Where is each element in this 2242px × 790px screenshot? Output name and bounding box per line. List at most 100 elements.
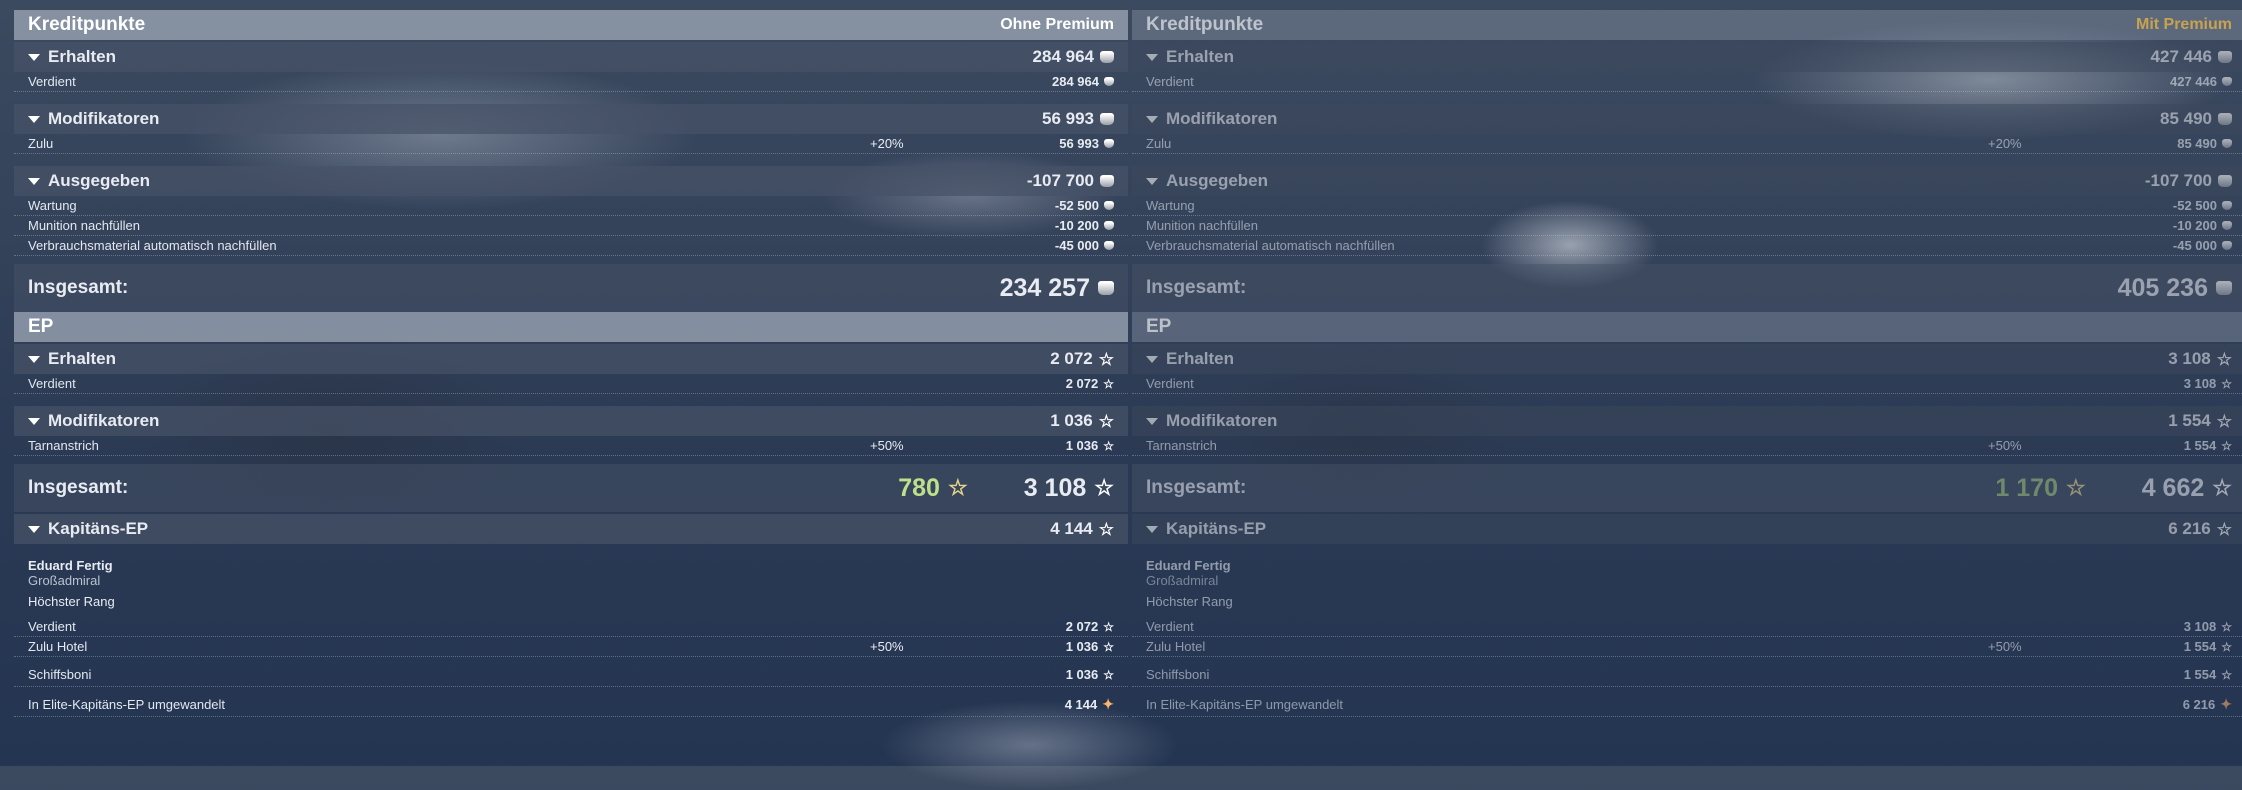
collapse-triangle-icon[interactable] (1146, 177, 1158, 185)
collapse-triangle-icon[interactable] (28, 177, 40, 185)
account-type-label: Mit Premium (2135, 16, 2232, 33)
row-label: Munition nachfüllen (28, 218, 141, 233)
credits-spent-group[interactable]: Ausgegeben -107 700 (14, 166, 1128, 196)
group-value: 1 554 (2168, 411, 2211, 430)
row-label: Verbrauchsmaterial automatisch nachfülle… (1146, 238, 1395, 253)
collapse-triangle-icon[interactable] (1146, 53, 1158, 61)
total-value: 234 257 (999, 273, 1090, 302)
row-value: -45 000 (1054, 238, 1099, 253)
row-label: Verdient (1146, 74, 1194, 89)
xp-star-icon: ☆ (2212, 475, 2232, 500)
row-percent: +50% (870, 639, 904, 654)
xp-star-icon: ☆ (2216, 519, 2232, 539)
row-percent: +20% (1988, 136, 2022, 151)
xp-star-icon: ☆ (2221, 619, 2232, 634)
credits-received-group[interactable]: Erhalten 284 964 (14, 42, 1128, 72)
collapse-triangle-icon[interactable] (28, 53, 40, 61)
row-value: 3 108 (2183, 376, 2217, 391)
captain-xp-group[interactable]: Kapitäns-EP 4 144 ☆ (14, 514, 1128, 544)
row-value: 85 490 (2177, 136, 2217, 151)
row-label: Verdient (1146, 376, 1194, 391)
row-label: In Elite-Kapitäns-EP umgewandelt (28, 697, 226, 712)
xp-star-icon: ☆ (1103, 639, 1114, 654)
row-value: 1 554 (2183, 639, 2217, 654)
group-label: Modifikatoren (1166, 411, 1278, 430)
row-label: Verdient (28, 376, 76, 391)
results-column-premium: Kreditpunkte Mit Premium Erhalten 427 44… (1132, 10, 2242, 756)
collapse-triangle-icon[interactable] (1146, 115, 1158, 123)
xp-modifiers-group[interactable]: Modifikatoren 1 036 ☆ (14, 406, 1128, 436)
collapse-triangle-icon[interactable] (28, 115, 40, 123)
row-label: Zulu Hotel (28, 639, 88, 654)
free-xp-star-icon: ☆ (2065, 475, 2086, 500)
list-item: Munition nachfüllen -10 200 (1132, 216, 2242, 236)
list-item: Tarnanstrich +50% 1 554 ☆ (1132, 436, 2242, 456)
list-item: Verdient 3 108 ☆ (1132, 617, 2242, 637)
credits-total: Insgesamt: 234 257 (14, 264, 1128, 312)
collapse-triangle-icon[interactable] (28, 417, 40, 425)
xp-star-icon: ☆ (1103, 376, 1114, 391)
total-label: Insgesamt: (28, 277, 129, 298)
free-xp-value: 780 (898, 473, 940, 502)
results-column-standard: Kreditpunkte Ohne Premium Erhalten 284 9… (14, 10, 1128, 756)
xp-star-icon: ☆ (1094, 475, 1114, 500)
group-label: Ausgegeben (48, 171, 151, 190)
credit-coin-icon (2222, 139, 2232, 148)
xp-star-icon: ☆ (2221, 376, 2232, 391)
credits-section-header: Kreditpunkte Ohne Premium (14, 10, 1128, 40)
captain-rank-status: Höchster Rang (28, 594, 115, 609)
list-item: Verdient 284 964 (14, 72, 1128, 92)
credit-coin-icon (1100, 175, 1114, 187)
row-value: 1 554 (2183, 438, 2217, 453)
row-value: 2 072 (1065, 619, 1099, 634)
group-label: Modifikatoren (48, 109, 160, 128)
xp-star-icon: ☆ (2216, 411, 2232, 431)
group-label: Ausgegeben (1166, 171, 1269, 190)
group-value: 1 036 (1050, 411, 1093, 430)
total-label: Insgesamt: (28, 477, 129, 498)
credit-coin-icon (2222, 77, 2232, 86)
credits-modifiers-group[interactable]: Modifikatoren 85 490 (1132, 104, 2242, 134)
xp-received-group[interactable]: Erhalten 2 072 ☆ (14, 344, 1128, 374)
credits-modifiers-group[interactable]: Modifikatoren 56 993 (14, 104, 1128, 134)
captain-name: Eduard Fertig (28, 558, 113, 573)
credit-coin-icon (2222, 201, 2232, 210)
row-value: -10 200 (1054, 218, 1099, 233)
row-label: Wartung (28, 198, 77, 213)
captain-xp-group[interactable]: Kapitäns-EP 6 216 ☆ (1132, 514, 2242, 544)
group-label: Erhalten (1166, 349, 1235, 368)
xp-star-icon: ☆ (1098, 349, 1114, 369)
elite-captain-xp-icon: ✦ (1102, 696, 1114, 712)
collapse-triangle-icon[interactable] (1146, 417, 1158, 425)
list-item: Verdient 3 108 ☆ (1132, 374, 2242, 394)
credits-spent-group[interactable]: Ausgegeben -107 700 (1132, 166, 2242, 196)
list-item: Wartung -52 500 (1132, 196, 2242, 216)
row-value: 427 446 (2170, 74, 2217, 89)
total-label: Insgesamt: (1146, 277, 1247, 298)
xp-star-icon: ☆ (2221, 639, 2232, 654)
group-label: Kapitäns-EP (48, 519, 149, 538)
group-value: 2 072 (1050, 349, 1093, 368)
collapse-triangle-icon[interactable] (28, 355, 40, 363)
collapse-triangle-icon[interactable] (1146, 355, 1158, 363)
list-item: Zulu +20% 85 490 (1132, 134, 2242, 154)
collapse-triangle-icon[interactable] (1146, 525, 1158, 533)
credits-received-group[interactable]: Erhalten 427 446 (1132, 42, 2242, 72)
row-label: Wartung (1146, 198, 1195, 213)
row-label: Verdient (28, 619, 76, 634)
collapse-triangle-icon[interactable] (28, 525, 40, 533)
row-value: -52 500 (1054, 198, 1099, 213)
row-value: 2 072 (1065, 376, 1099, 391)
group-value: 56 993 (1042, 109, 1094, 128)
elite-captain-xp-icon: ✦ (2220, 696, 2232, 712)
xp-received-group[interactable]: Erhalten 3 108 ☆ (1132, 344, 2242, 374)
list-item: Zulu +20% 56 993 (14, 134, 1128, 154)
row-value: 56 993 (1059, 136, 1099, 151)
row-value: 6 216 (2182, 697, 2216, 712)
list-item: Zulu Hotel +50% 1 554 ☆ (1132, 637, 2242, 657)
total-label: Insgesamt: (1146, 477, 1247, 498)
group-value: -107 700 (1026, 171, 1094, 190)
row-value: -45 000 (2172, 238, 2217, 253)
xp-modifiers-group[interactable]: Modifikatoren 1 554 ☆ (1132, 406, 2242, 436)
credit-coin-icon (1098, 281, 1114, 295)
